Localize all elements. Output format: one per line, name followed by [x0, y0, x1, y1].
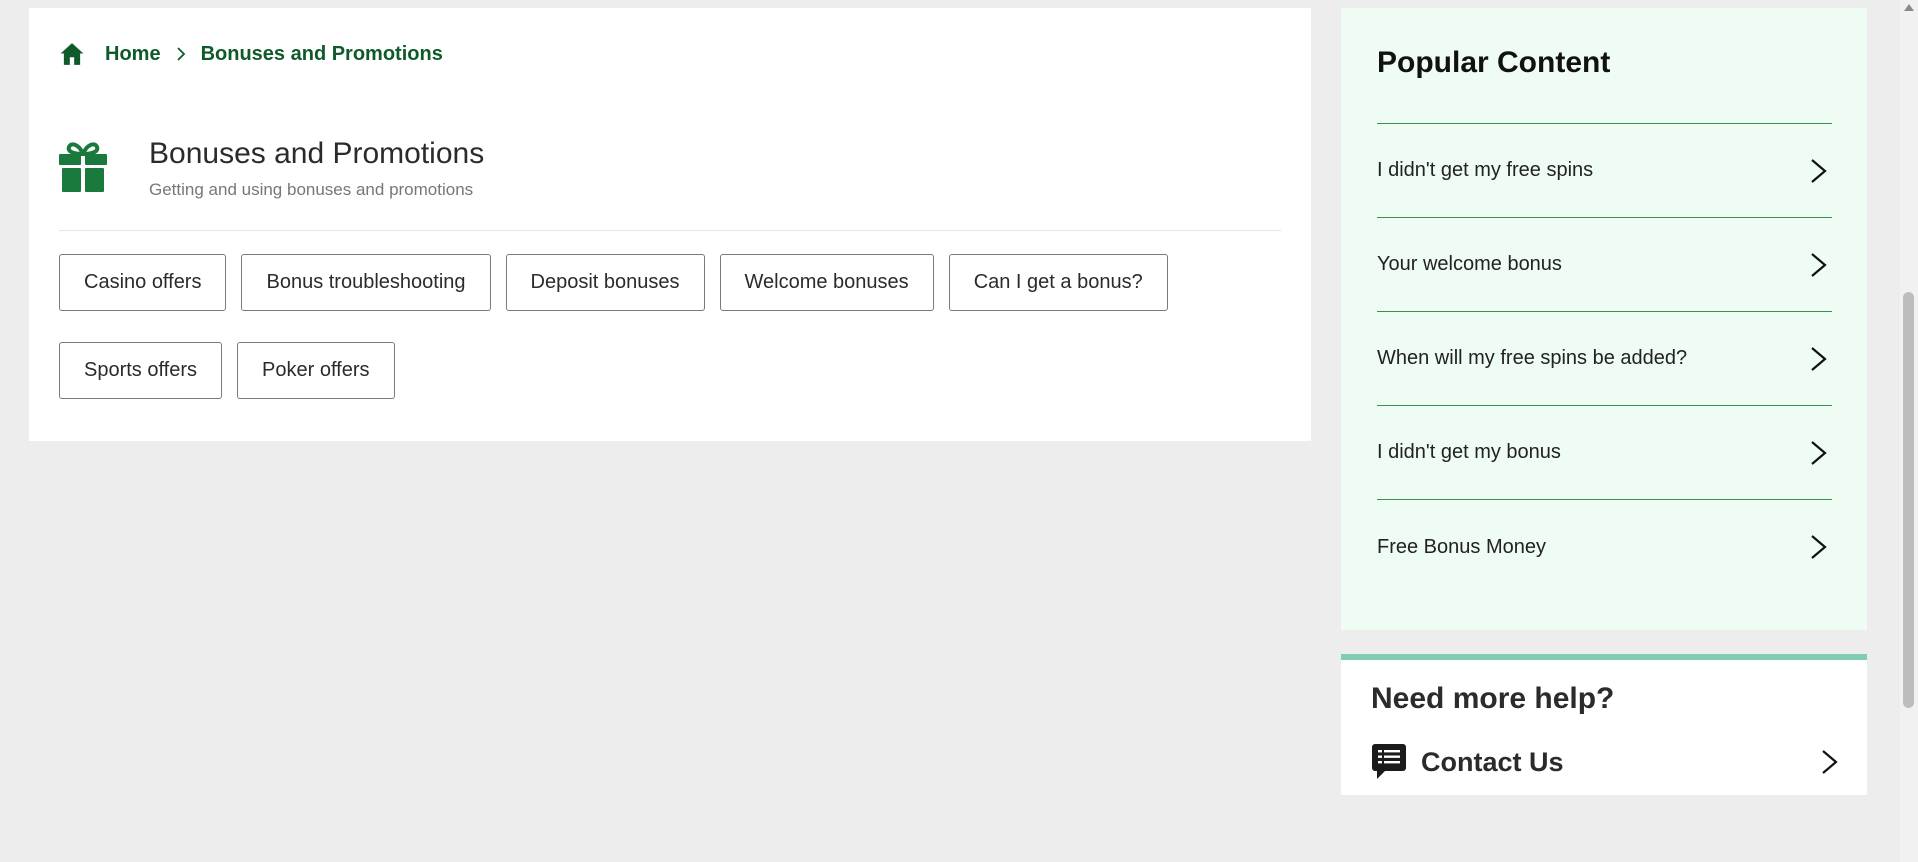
popular-item-label: Your welcome bonus: [1377, 253, 1562, 275]
topic-chips: Casino offers Bonus troubleshooting Depo…: [59, 254, 1281, 430]
chip-poker-offers[interactable]: Poker offers: [237, 342, 395, 399]
chip-bonus-troubleshooting[interactable]: Bonus troubleshooting: [241, 254, 491, 311]
page: Home Bonuses and Promotions Bonuses and …: [0, 0, 1918, 862]
chat-icon: [1372, 744, 1406, 779]
chip-deposit-bonuses[interactable]: Deposit bonuses: [505, 254, 705, 311]
header-divider: [59, 230, 1281, 231]
popular-item-label: Free Bonus Money: [1377, 535, 1546, 558]
header-text: Bonuses and Promotions Getting and using…: [149, 132, 484, 200]
gift-icon: [59, 142, 107, 192]
popular-item-free-bonus-money[interactable]: Free Bonus Money: [1377, 500, 1832, 594]
vertical-scrollbar[interactable]: [1900, 0, 1918, 862]
chevron-right-icon: [176, 47, 185, 61]
page-title: Bonuses and Promotions: [149, 137, 485, 170]
category-header: Bonuses and Promotions Getting and using…: [59, 132, 484, 200]
chevron-right-icon: [1811, 346, 1827, 371]
contact-us-link[interactable]: Contact Us: [1371, 740, 1841, 784]
popular-item-label: I didn't get my free spins: [1377, 159, 1594, 181]
popular-item-didnt-get-bonus[interactable]: I didn't get my bonus: [1377, 406, 1832, 500]
breadcrumb-home-link[interactable]: Home: [105, 43, 161, 66]
popular-content-title: Popular Content: [1377, 46, 1611, 79]
breadcrumb: Home Bonuses and Promotions: [59, 36, 443, 72]
main-panel: Home Bonuses and Promotions Bonuses and …: [29, 8, 1311, 441]
contact-us-label-group: Contact Us: [1371, 743, 1564, 781]
chip-welcome-bonuses[interactable]: Welcome bonuses: [719, 254, 934, 311]
popular-content-panel: Popular Content I didn't get my free spi…: [1341, 8, 1867, 630]
popular-item-label: When will my free spins be added?: [1377, 347, 1688, 369]
chevron-right-icon: [1811, 252, 1827, 277]
need-help-title: Need more help?: [1371, 682, 1615, 715]
popular-item-free-spins-added[interactable]: When will my free spins be added?: [1377, 312, 1832, 406]
chevron-right-icon: [1822, 750, 1838, 774]
chip-row-2: Sports offers Poker offers: [59, 342, 1281, 399]
scroll-up-arrow-icon[interactable]: [1904, 4, 1914, 11]
popular-item-welcome-bonus[interactable]: Your welcome bonus: [1377, 218, 1832, 312]
breadcrumb-current-link[interactable]: Bonuses and Promotions: [201, 43, 443, 66]
chip-casino-offers[interactable]: Casino offers: [59, 254, 227, 311]
chevron-right-icon: [1811, 535, 1827, 559]
chevron-right-icon: [1811, 158, 1827, 183]
chip-sports-offers[interactable]: Sports offers: [59, 342, 223, 399]
home-icon[interactable]: [59, 41, 85, 67]
chip-row-1: Casino offers Bonus troubleshooting Depo…: [59, 254, 1281, 311]
need-help-panel: Need more help? Contact Us: [1341, 654, 1867, 795]
page-subtitle: Getting and using bonuses and promotions: [149, 180, 474, 199]
chip-can-i-get-a-bonus[interactable]: Can I get a bonus?: [948, 254, 1168, 311]
scrollbar-thumb[interactable]: [1903, 292, 1914, 708]
popular-content-list: I didn't get my free spins Your welcome …: [1377, 123, 1832, 594]
popular-item-free-spins[interactable]: I didn't get my free spins: [1377, 124, 1832, 218]
popular-item-label: I didn't get my bonus: [1377, 441, 1561, 463]
chevron-right-icon: [1811, 440, 1827, 465]
contact-us-label: Contact Us: [1421, 746, 1564, 777]
